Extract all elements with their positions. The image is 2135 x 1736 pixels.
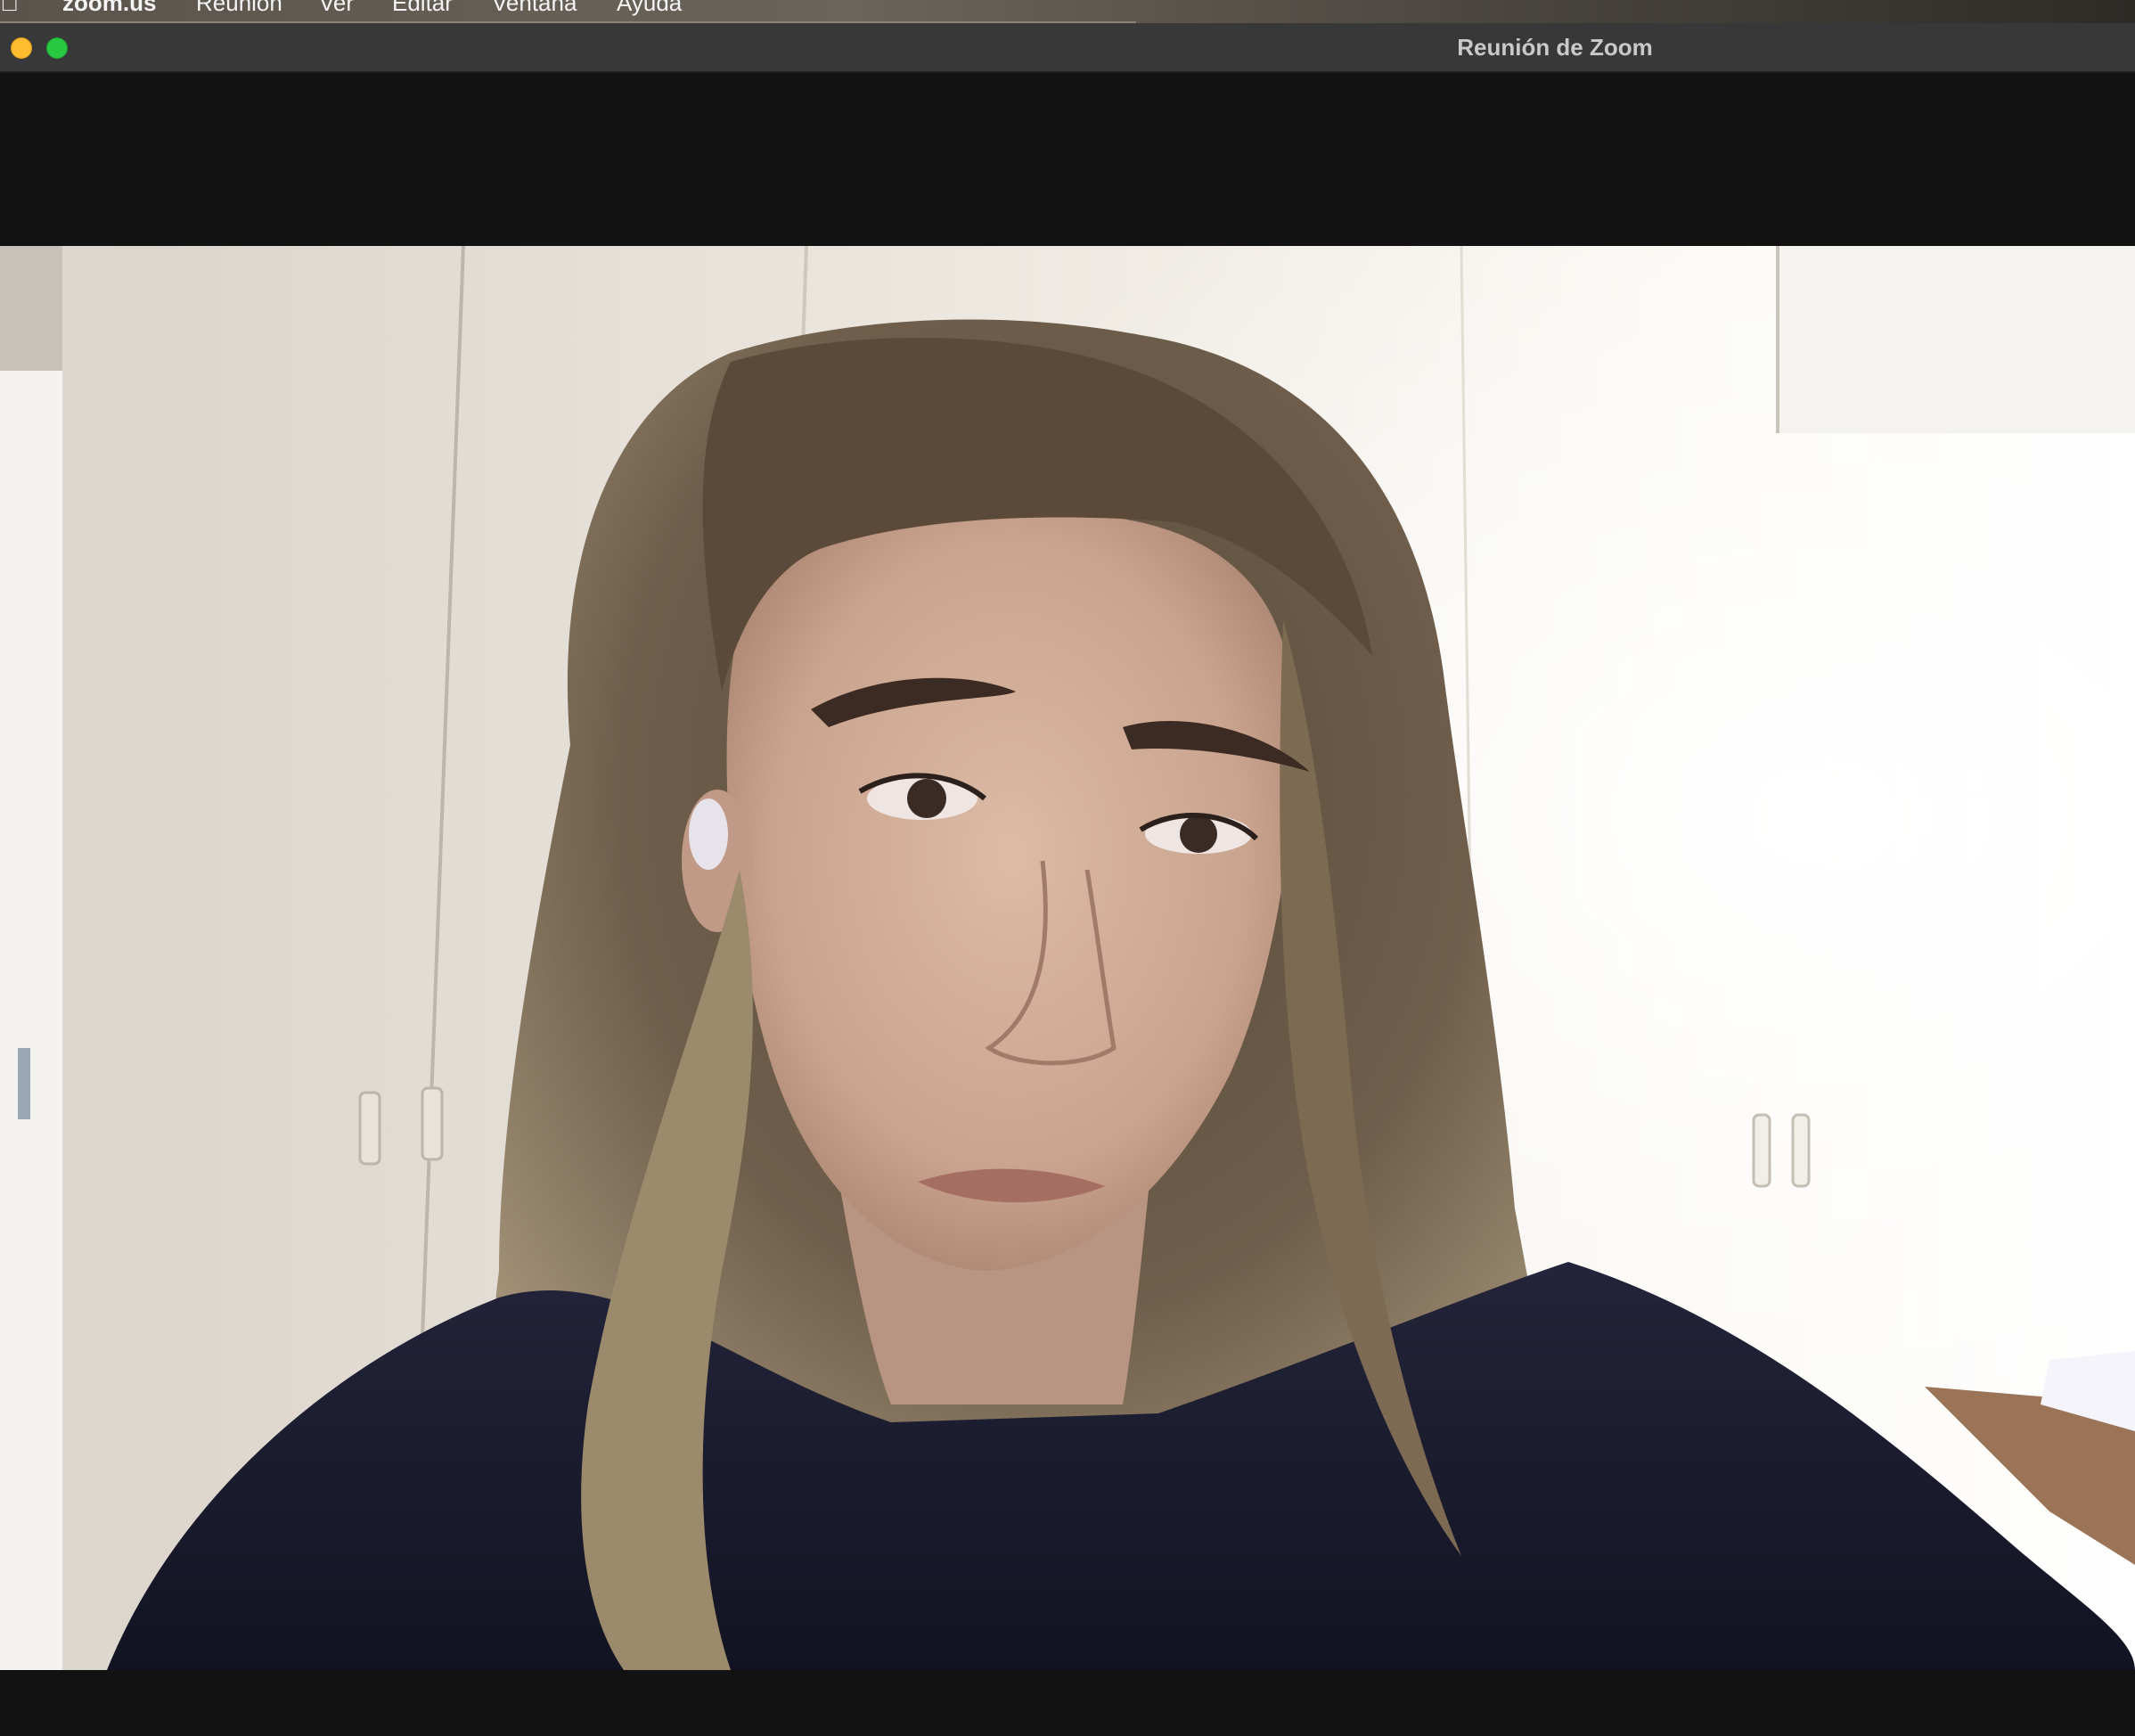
participant-video-tile[interactable]: [0, 246, 2135, 1670]
apple-logo-icon[interactable]: : [0, 0, 23, 16]
window-title-bar[interactable]: Reunión de Zoom: [0, 23, 2135, 73]
menu-item-ver[interactable]: Ver: [319, 0, 354, 16]
meeting-controls-area: [0, 1670, 2135, 1736]
window-title: Reunión de Zoom: [1457, 34, 1653, 61]
menu-item-ventana[interactable]: Ventana: [492, 0, 577, 16]
menu-item-zoom-us[interactable]: zoom.us: [62, 0, 156, 16]
participant-video-feed: [0, 246, 2135, 1670]
meeting-area: [0, 73, 2135, 1736]
menu-item-ayuda[interactable]: Ayuda: [617, 0, 682, 16]
zoom-window-button[interactable]: [46, 37, 68, 59]
minimize-window-button[interactable]: [11, 37, 32, 59]
menu-item-reunion[interactable]: Reunión: [196, 0, 282, 16]
menu-item-editar[interactable]: Editar: [392, 0, 453, 16]
macos-menu-bar:  zoom.us Reunión Ver Editar Ventana Ayu…: [0, 0, 2135, 23]
